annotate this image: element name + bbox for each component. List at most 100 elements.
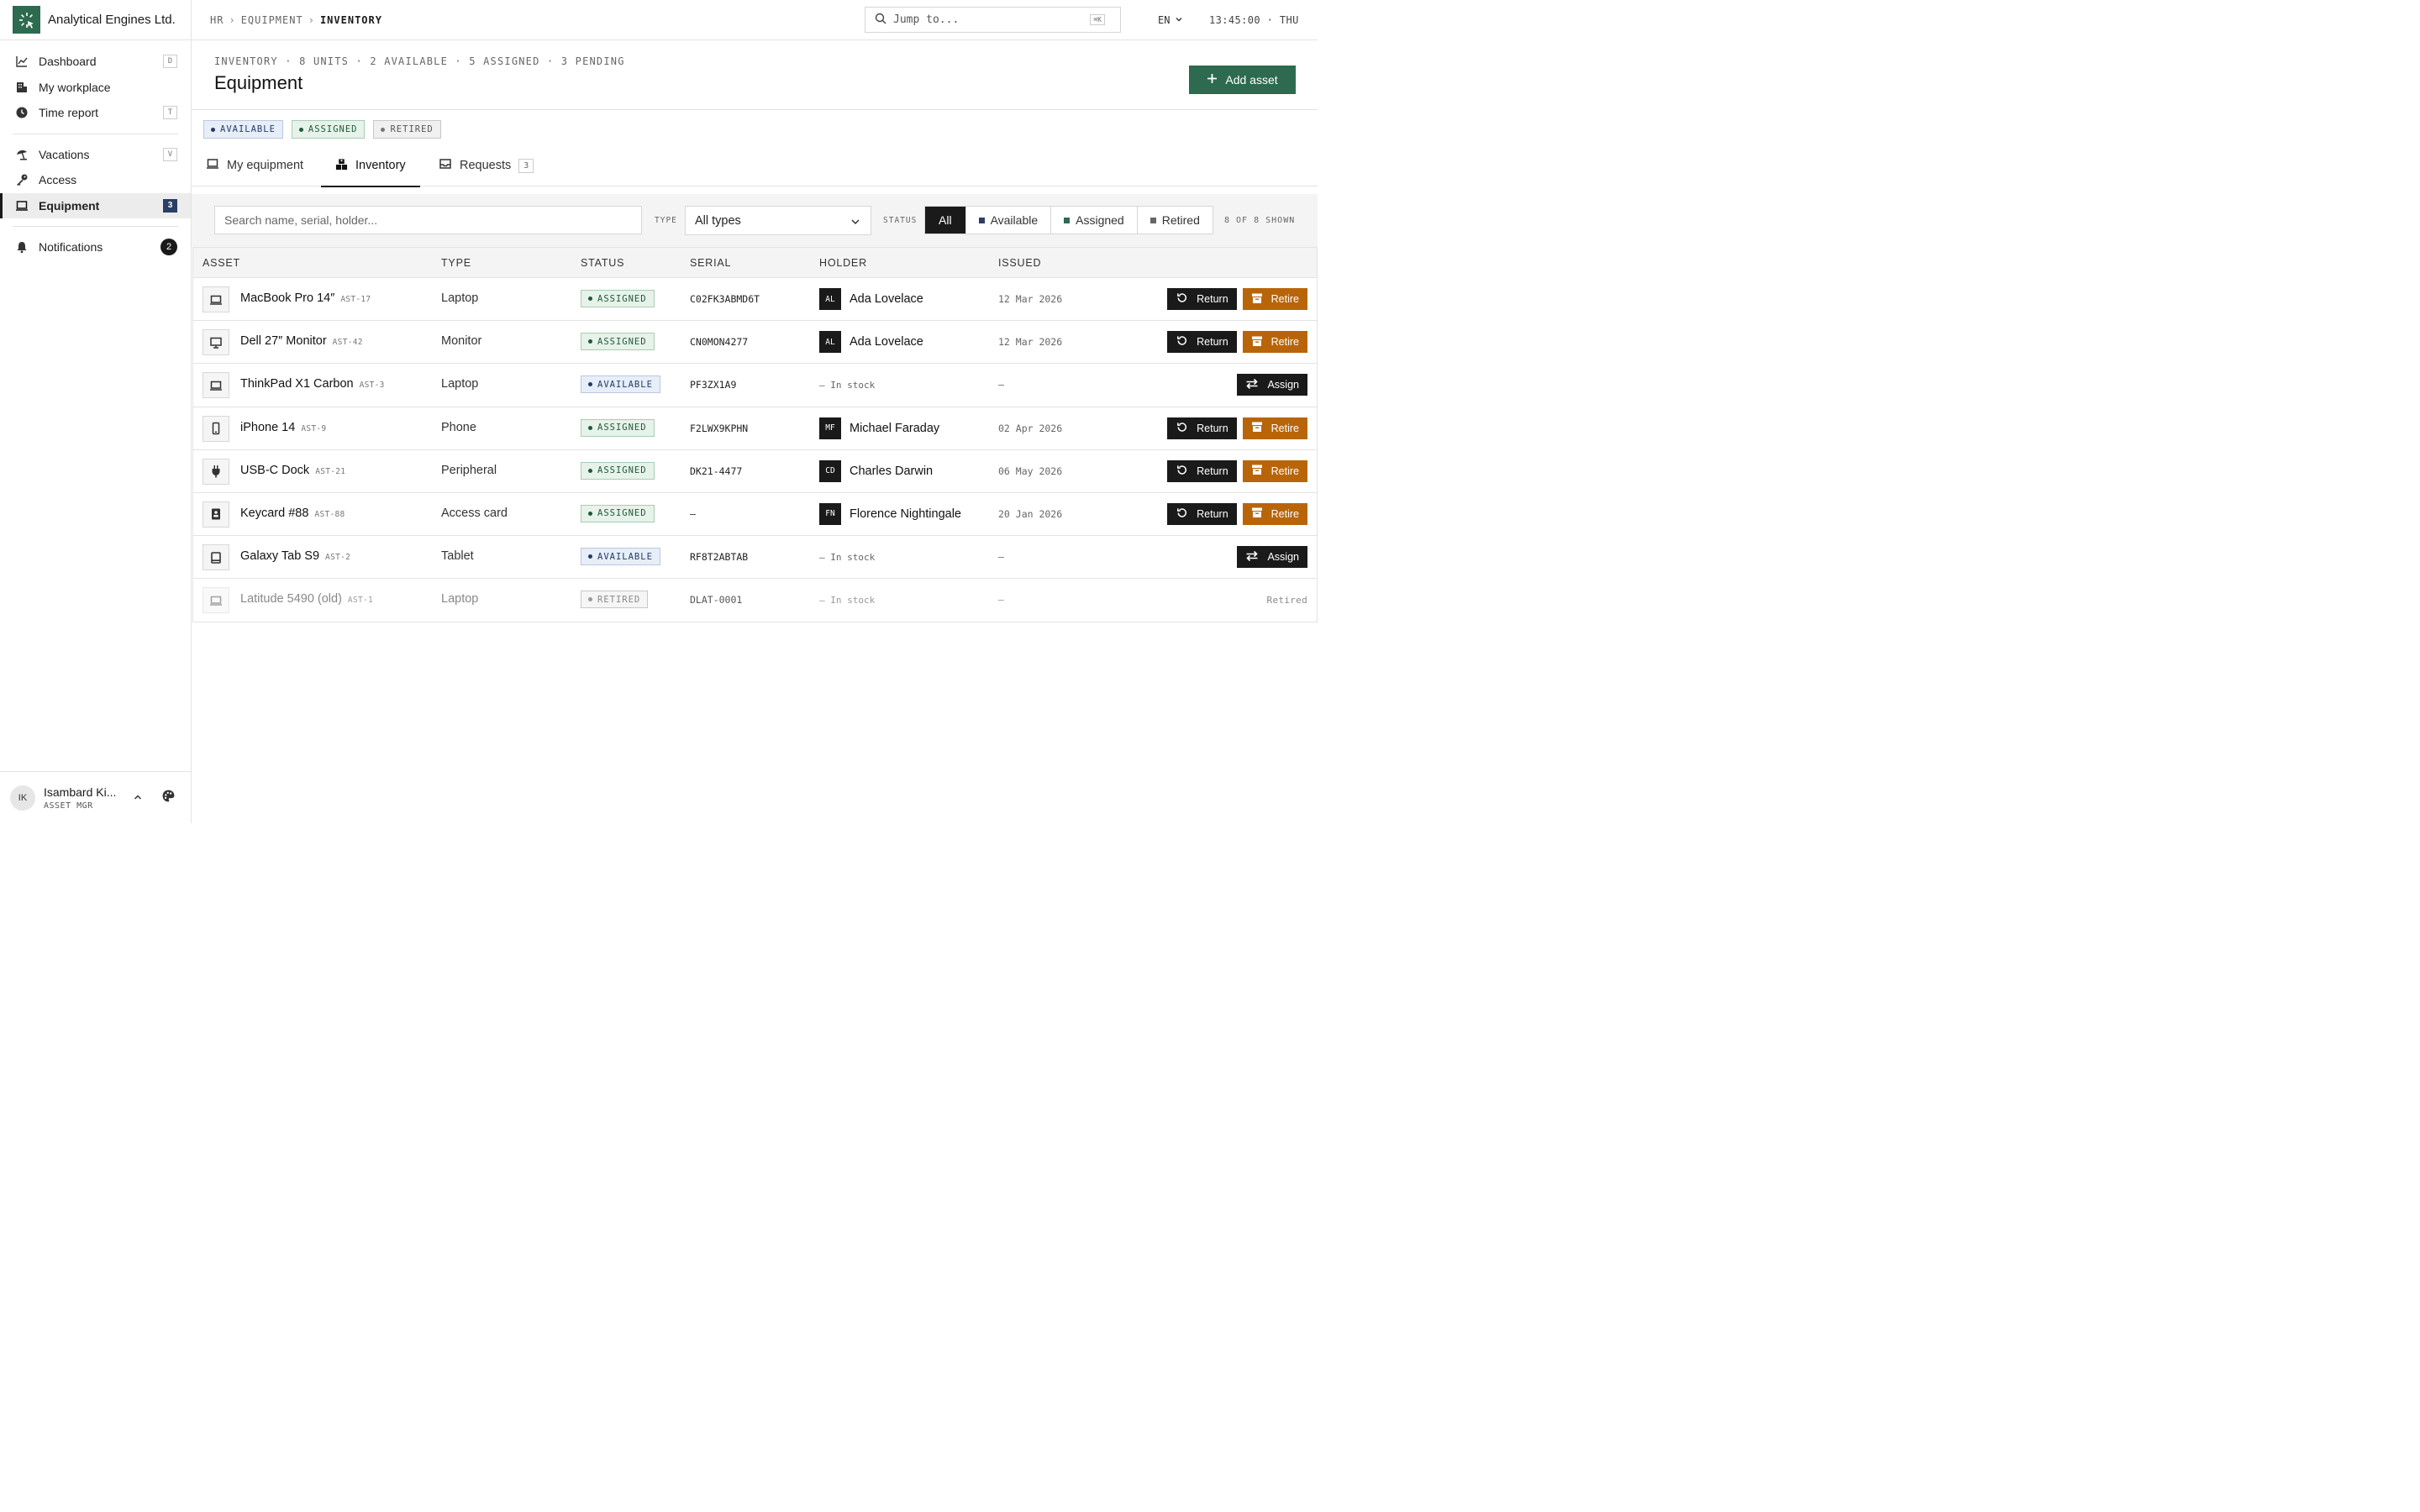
table-row[interactable]: ThinkPad X1 Carbon AST-3 Laptop AVAILABLE… <box>193 364 1317 407</box>
table-row[interactable]: MacBook Pro 14″ AST-17 Laptop ASSIGNED C0… <box>193 278 1317 322</box>
asset-name-text: iPhone 14 <box>240 420 296 434</box>
status-text: ASSIGNED <box>597 508 647 519</box>
breadcrumb-separator: › <box>229 14 236 26</box>
column-header[interactable]: STATUS <box>581 257 624 269</box>
retire-button[interactable]: Retire <box>1242 459 1307 482</box>
table-row[interactable]: Dell 27″ Monitor AST-42 Monitor ASSIGNED … <box>193 321 1317 365</box>
brand[interactable]: Analytical Engines Ltd. <box>0 0 191 40</box>
column-header[interactable]: ASSET <box>203 257 240 269</box>
divider <box>13 226 178 227</box>
return-button[interactable]: Return <box>1167 459 1237 482</box>
status-filter-available[interactable]: Available <box>966 207 1052 234</box>
return-button[interactable]: Return <box>1167 331 1237 354</box>
retired-note: Retired <box>1266 595 1307 606</box>
asset-name[interactable]: Keycard #88 AST-88 <box>240 507 345 520</box>
table-row[interactable]: Latitude 5490 (old) AST-1 Laptop RETIRED … <box>193 579 1317 622</box>
retire-button[interactable]: Retire <box>1242 417 1307 439</box>
app-root: Analytical Engines Ltd. Dashboard D My w… <box>0 0 1318 823</box>
return-button[interactable]: Return <box>1167 288 1237 310</box>
key-icon <box>14 172 29 187</box>
palette-icon[interactable] <box>161 789 176 806</box>
sidebar-item-access[interactable]: Access <box>0 167 191 193</box>
language-select[interactable]: EN <box>1158 14 1183 26</box>
tab-my-equipment[interactable]: My equipment <box>192 144 318 186</box>
column-header[interactable]: TYPE <box>441 257 471 269</box>
asset-tag: AST-17 <box>340 295 371 304</box>
holder: MF Michael Faraday <box>819 417 939 439</box>
status-filter-assigned[interactable]: Assigned <box>1051 207 1138 234</box>
sidebar-item-vacations[interactable]: Vacations V <box>0 142 191 168</box>
sidebar-item-label: Access <box>39 173 77 187</box>
chevron-up-icon[interactable] <box>133 791 143 805</box>
asset-name[interactable]: ThinkPad X1 Carbon AST-3 <box>240 377 385 391</box>
status-filter-all[interactable]: All <box>925 207 966 234</box>
page-title: Equipment <box>214 72 303 93</box>
sidebar-nav: Dashboard D My workplace Time report T V… <box>0 40 191 260</box>
table-row[interactable]: USB-C Dock AST-21 Peripheral ASSIGNED DK2… <box>193 450 1317 493</box>
retire-button[interactable]: Retire <box>1242 288 1307 310</box>
clock-icon <box>14 105 29 120</box>
archive-icon <box>1251 292 1263 307</box>
asset-name[interactable]: USB-C Dock AST-21 <box>240 464 345 477</box>
sidebar-item-time-report[interactable]: Time report T <box>0 100 191 126</box>
assign-button[interactable]: Assign <box>1237 374 1307 396</box>
tab-bar: My equipment Inventory Requests 3 <box>192 144 1318 187</box>
legend-label: RETIRED <box>390 124 434 134</box>
asset-name[interactable]: iPhone 14 AST-9 <box>240 421 326 434</box>
column-header[interactable]: ISSUED <box>998 257 1041 269</box>
jump-to-search[interactable]: ⌘K <box>865 7 1121 33</box>
undo-icon <box>1176 507 1188 522</box>
column-header[interactable]: HOLDER <box>819 257 867 269</box>
asset-name-text: Keycard #88 <box>240 506 309 520</box>
holder-avatar: AL <box>819 288 841 310</box>
sidebar-item-equipment[interactable]: Equipment 3 <box>0 192 191 218</box>
sidebar-item-my-workplace[interactable]: My workplace <box>0 75 191 101</box>
status-filter-retired[interactable]: Retired <box>1138 207 1213 234</box>
asset-name[interactable]: Galaxy Tab S9 AST-2 <box>240 549 350 563</box>
user-card[interactable]: IK Isambard Ki... ASSET MGR <box>0 771 191 823</box>
search-input[interactable] <box>214 206 642 234</box>
retire-button[interactable]: Retire <box>1242 331 1307 354</box>
breadcrumb-separator: › <box>308 14 315 26</box>
sidebar-item-notifications[interactable]: Notifications 2 <box>0 234 191 260</box>
asset-name-text: Latitude 5490 (old) <box>240 592 342 606</box>
status-dot <box>298 127 303 132</box>
column-header[interactable]: SERIAL <box>690 257 731 269</box>
avatar: IK <box>10 785 35 811</box>
assign-button[interactable]: Assign <box>1237 546 1307 569</box>
status-text: AVAILABLE <box>597 379 653 390</box>
issued-date: 12 Mar 2026 <box>998 336 1063 349</box>
table-row[interactable]: Galaxy Tab S9 AST-2 Tablet AVAILABLE RF8T… <box>193 536 1317 580</box>
table-row[interactable]: Keycard #88 AST-88 Access card ASSIGNED —… <box>193 493 1317 537</box>
status-dot <box>588 382 592 387</box>
asset-name[interactable]: MacBook Pro 14″ AST-17 <box>240 291 371 305</box>
return-button[interactable]: Return <box>1167 502 1237 525</box>
add-asset-button[interactable]: Add asset <box>1189 66 1296 94</box>
retire-button[interactable]: Retire <box>1242 502 1307 525</box>
sidebar-item-label: Time report <box>39 106 99 120</box>
sidebar-item-label: Dashboard <box>39 55 97 69</box>
asset-name[interactable]: Dell 27″ Monitor AST-42 <box>240 334 363 348</box>
status-badge: ASSIGNED <box>581 333 655 351</box>
sidebar-item-dashboard[interactable]: Dashboard D <box>0 49 191 75</box>
tab-requests[interactable]: Requests 3 <box>424 144 548 186</box>
asset-name-text: USB-C Dock <box>240 463 310 477</box>
jump-input[interactable] <box>893 13 1061 26</box>
status-badge: RETIRED <box>581 591 649 609</box>
breadcrumb-equipment[interactable]: EQUIPMENT <box>241 14 303 26</box>
return-button[interactable]: Return <box>1167 417 1237 439</box>
archive-icon <box>1251 335 1263 349</box>
legend-label: ASSIGNED <box>308 124 358 134</box>
tab-inventory[interactable]: Inventory <box>321 144 420 187</box>
breadcrumb-hr[interactable]: HR <box>210 14 224 26</box>
breadcrumb-inventory: INVENTORY <box>319 14 382 26</box>
row-actions: Return Retire <box>1167 459 1307 482</box>
table-row[interactable]: iPhone 14 AST-9 Phone ASSIGNED F2LWX9KPHN… <box>193 407 1317 450</box>
legend-retired: RETIRED <box>373 120 441 139</box>
issued-date: 20 Jan 2026 <box>998 507 1063 520</box>
row-actions: Return Retire <box>1167 288 1307 310</box>
type-select[interactable]: All types <box>685 206 871 235</box>
asset-name[interactable]: Latitude 5490 (old) AST-1 <box>240 592 373 606</box>
sidebar: Analytical Engines Ltd. Dashboard D My w… <box>0 0 192 823</box>
laptop-icon <box>206 157 219 174</box>
